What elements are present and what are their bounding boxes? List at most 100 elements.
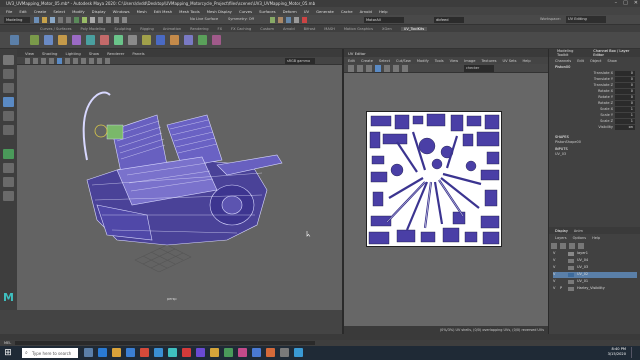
uv-menu-edit[interactable]: Edit <box>348 59 355 63</box>
app-icon[interactable] <box>280 348 289 357</box>
app-icon[interactable] <box>294 348 303 357</box>
input-name[interactable]: UV_03 <box>549 152 640 157</box>
uv-tool-icon[interactable] <box>184 35 193 45</box>
menu-file[interactable]: File <box>6 9 12 14</box>
viewport-menu-view[interactable]: View <box>25 51 34 56</box>
bookmark-icon[interactable] <box>33 58 38 64</box>
save-scene-icon[interactable] <box>50 17 55 23</box>
textured-icon[interactable] <box>73 58 78 64</box>
uv-select-icon[interactable] <box>348 65 354 72</box>
channel-value-field[interactable]: 0 <box>615 77 635 82</box>
isolate-select-icon[interactable] <box>97 58 102 64</box>
snap-grid-icon[interactable] <box>98 17 103 23</box>
lights-icon[interactable] <box>81 58 86 64</box>
menu-select[interactable]: Select <box>53 9 65 14</box>
menu-edit[interactable]: Edit <box>577 59 584 63</box>
uv-tool-icon[interactable] <box>44 35 53 45</box>
select-tool-icon[interactable] <box>3 55 14 65</box>
file-explorer-icon[interactable] <box>112 348 121 357</box>
uv-checker-icon[interactable] <box>375 65 381 72</box>
select-component-icon[interactable] <box>90 17 95 23</box>
shelf-tab-rendering[interactable]: Rendering <box>190 27 208 31</box>
layer-visibility-toggle[interactable]: V <box>553 265 558 269</box>
shelf-tab-xgen[interactable]: XGen <box>382 27 392 31</box>
uv-shade-icon[interactable] <box>384 65 390 72</box>
minimize-button[interactable]: – <box>615 0 618 7</box>
uv-borders-icon[interactable] <box>402 65 408 72</box>
layer-row[interactable]: V P Harley_Visibility <box>553 286 637 292</box>
open-scene-icon[interactable] <box>42 17 47 23</box>
layout-four-icon[interactable] <box>3 163 14 173</box>
layer-color-swatch[interactable] <box>568 266 574 270</box>
hypershade-icon[interactable] <box>302 17 307 23</box>
perspective-viewport[interactable]: persp <box>17 65 342 310</box>
shelf-tab-custom[interactable]: Custom <box>260 27 274 31</box>
windows-start-icon[interactable]: ⊞ <box>3 348 13 358</box>
tab-modeling-toolkit[interactable]: Modeling Toolkit <box>557 49 585 57</box>
app-icon[interactable] <box>238 348 247 357</box>
uv-menu-create[interactable]: Create <box>361 59 373 63</box>
shelf-tab-animation[interactable]: Animation <box>163 27 181 31</box>
xray-icon[interactable] <box>105 58 110 64</box>
channel-value-field[interactable]: 1 <box>615 113 635 118</box>
layer-color-swatch[interactable] <box>568 280 574 284</box>
layer-visibility-toggle[interactable]: V <box>553 272 558 276</box>
viewport-menu-lighting[interactable]: Lighting <box>65 51 80 56</box>
grid-icon[interactable] <box>49 58 54 64</box>
channel-value-field[interactable]: 0 <box>615 89 635 94</box>
redo-icon[interactable] <box>66 17 71 23</box>
layer-row[interactable]: V UV_01 <box>553 279 637 285</box>
tab-display-layers[interactable]: Display <box>555 229 568 233</box>
lasso-tool-icon[interactable] <box>3 69 14 79</box>
new-layer-icon[interactable] <box>569 243 575 249</box>
chrome-icon[interactable] <box>140 348 149 357</box>
task-view-icon[interactable] <box>84 348 93 357</box>
uv-tool-icon[interactable] <box>86 35 95 45</box>
shelf-tab-poly-modeling[interactable]: Poly Modeling <box>81 27 106 31</box>
wireframe-icon[interactable] <box>57 58 62 64</box>
shape-name[interactable]: PistonShape00 <box>549 140 640 145</box>
layer-row[interactable]: V UV_03 <box>553 265 637 271</box>
channel-value-field[interactable]: 0 <box>615 101 635 106</box>
render-settings-icon[interactable] <box>294 17 299 23</box>
layer-visibility-toggle[interactable]: V <box>553 286 558 290</box>
menu-help[interactable]: Help <box>379 9 388 14</box>
uv-menu-modify[interactable]: Modify <box>417 59 429 63</box>
viewport-menu-panels[interactable]: Panels <box>132 51 144 56</box>
layer-row[interactable]: V UV_04 <box>553 258 637 264</box>
select-hierarchy-icon[interactable] <box>74 17 79 23</box>
snap-surface-icon[interactable] <box>122 17 127 23</box>
menu-channels[interactable]: Channels <box>555 59 571 63</box>
store-icon[interactable] <box>126 348 135 357</box>
render-view-icon[interactable] <box>270 17 275 23</box>
workspace-dropdown[interactable]: UV Editing <box>566 16 606 23</box>
maya-taskbar-icon[interactable] <box>168 348 177 357</box>
layer-color-swatch[interactable] <box>568 252 574 256</box>
undo-icon[interactable] <box>58 17 63 23</box>
layout-side-icon[interactable] <box>3 177 14 187</box>
viewport-menu-shading[interactable]: Shading <box>42 51 57 56</box>
channel-value-field[interactable]: 0 <box>615 71 635 76</box>
camera-icon[interactable] <box>25 58 30 64</box>
uv-menu-help[interactable]: Help <box>522 59 530 63</box>
snap-curve-icon[interactable] <box>106 17 111 23</box>
uv-tool-icon[interactable] <box>72 35 81 45</box>
app-icon[interactable] <box>210 348 219 357</box>
shelf-tab-rigging[interactable]: Rigging <box>140 27 154 31</box>
shelf-tab-arnold[interactable]: Arnold <box>283 27 295 31</box>
user-account-dropdown[interactable]: dbfeed <box>434 17 464 23</box>
uv-tool-icon[interactable] <box>58 35 67 45</box>
uv-tool-icon[interactable] <box>156 35 165 45</box>
menu-layers[interactable]: Layers <box>555 236 567 240</box>
uv-image-icon[interactable] <box>366 65 372 72</box>
uv-tool-icon[interactable] <box>128 35 137 45</box>
shelf-tab-uv-toolkits[interactable]: UV_ToolKits <box>400 26 428 31</box>
menu-mesh-display[interactable]: Mesh Display <box>207 9 232 14</box>
shadows-icon[interactable] <box>89 58 94 64</box>
mode-dropdown[interactable]: Modeling <box>4 17 30 23</box>
uv-menu-uv-sets[interactable]: UV Sets <box>502 59 516 63</box>
layer-row[interactable]: Vlayer1 <box>553 251 637 257</box>
uv-tool-icon[interactable] <box>198 35 207 45</box>
channel-row[interactable]: Visibility on <box>549 125 640 131</box>
move-layer-up-icon[interactable] <box>551 243 557 249</box>
